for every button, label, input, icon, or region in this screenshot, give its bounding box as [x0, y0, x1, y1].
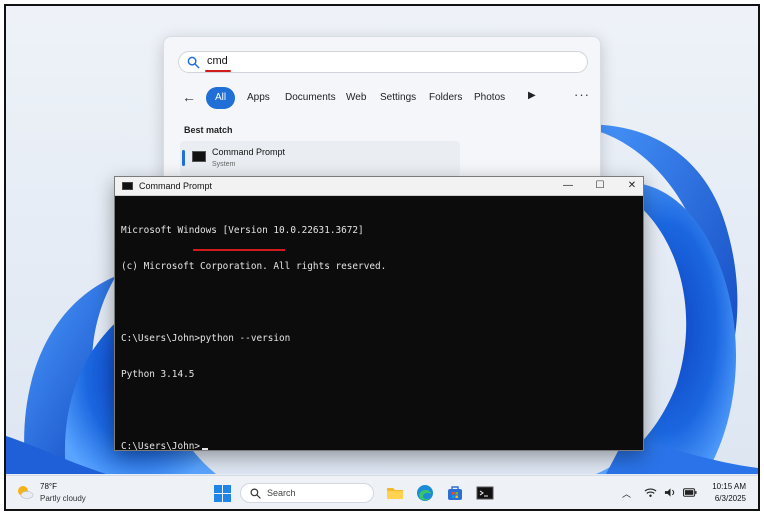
- back-arrow-icon[interactable]: ←: [182, 89, 196, 105]
- search-box[interactable]: cmd: [178, 51, 588, 73]
- command-annotation-underline: [193, 249, 285, 251]
- filter-documents[interactable]: Documents: [278, 87, 343, 109]
- file-explorer-icon[interactable]: [386, 484, 404, 502]
- search-filters: ← All Apps Documents Web Settings Folder…: [176, 87, 596, 111]
- filter-all[interactable]: All: [206, 87, 236, 109]
- battery-icon[interactable]: [683, 488, 697, 497]
- query-annotation-underline: [205, 70, 231, 72]
- minimize-icon[interactable]: —: [557, 179, 579, 193]
- more-icon[interactable]: ···: [574, 87, 590, 102]
- weather-icon[interactable]: [16, 484, 34, 500]
- selection-accent: [182, 150, 185, 166]
- filter-apps[interactable]: Apps: [240, 87, 277, 109]
- result-subtitle: System: [212, 161, 236, 168]
- clock-date[interactable]: 6/3/2025: [706, 494, 746, 503]
- speaker-icon[interactable]: [664, 487, 677, 498]
- cmd-prompt: C:\Users\John>: [121, 441, 201, 452]
- filter-folders[interactable]: Folders: [422, 87, 469, 109]
- search-icon: [250, 488, 261, 499]
- filter-settings[interactable]: Settings: [373, 87, 423, 109]
- close-icon[interactable]: ✕: [621, 179, 643, 193]
- command-prompt-window[interactable]: Command Prompt — ☐ ✕ Microsoft Windows […: [114, 176, 644, 452]
- cmd-line: [121, 405, 637, 417]
- cmd-output[interactable]: Microsoft Windows [Version 10.0.22631.36…: [121, 201, 637, 452]
- start-search-panel: cmd ← All Apps Documents Web Settings Fo…: [163, 36, 601, 186]
- filter-photos[interactable]: Photos: [467, 87, 512, 109]
- text-cursor: [202, 448, 209, 450]
- edge-icon[interactable]: [416, 484, 434, 502]
- screenshot-frame: cmd ← All Apps Documents Web Settings Fo…: [4, 4, 760, 511]
- weather-desc[interactable]: Partly cloudy: [40, 494, 86, 503]
- clock-time[interactable]: 10:15 AM: [706, 482, 746, 491]
- maximize-icon[interactable]: ☐: [589, 179, 611, 193]
- cmd-line-command: C:\Users\John>python --version: [121, 333, 291, 344]
- taskbar-search-placeholder: Search: [267, 488, 296, 498]
- cmd-icon: [122, 182, 133, 190]
- filter-web[interactable]: Web: [339, 87, 373, 109]
- terminal-icon[interactable]: [476, 484, 494, 502]
- cmd-line-output: Python 3.14.5: [121, 369, 195, 380]
- best-match-result[interactable]: Command Prompt System: [180, 141, 460, 177]
- cmd-line: [121, 297, 637, 309]
- cmd-line: Microsoft Windows [Version 10.0.22631.36…: [121, 225, 364, 236]
- store-icon[interactable]: [446, 484, 464, 502]
- result-title: Command Prompt: [212, 147, 286, 157]
- search-icon: [187, 56, 200, 69]
- search-query[interactable]: cmd: [207, 55, 228, 67]
- windows-start-icon[interactable]: [214, 485, 231, 502]
- cmd-line: (c) Microsoft Corporation. All rights re…: [121, 261, 387, 272]
- cmd-icon: [192, 151, 206, 162]
- taskbar: 78°F Partly cloudy Search ︿ 10:15 AM 6/3…: [6, 475, 758, 509]
- weather-temp[interactable]: 78°F: [40, 482, 57, 491]
- cmd-titlebar[interactable]: Command Prompt — ☐ ✕: [115, 177, 643, 196]
- best-match-label: Best match: [184, 125, 233, 135]
- cmd-window-title: Command Prompt: [139, 181, 213, 191]
- taskbar-search[interactable]: Search: [240, 483, 374, 503]
- play-icon[interactable]: ▶: [528, 90, 536, 101]
- chevron-up-icon[interactable]: ︿: [622, 487, 631, 500]
- wifi-icon[interactable]: [644, 487, 657, 498]
- cmd-prompt-line[interactable]: C:\Users\John>: [121, 441, 637, 453]
